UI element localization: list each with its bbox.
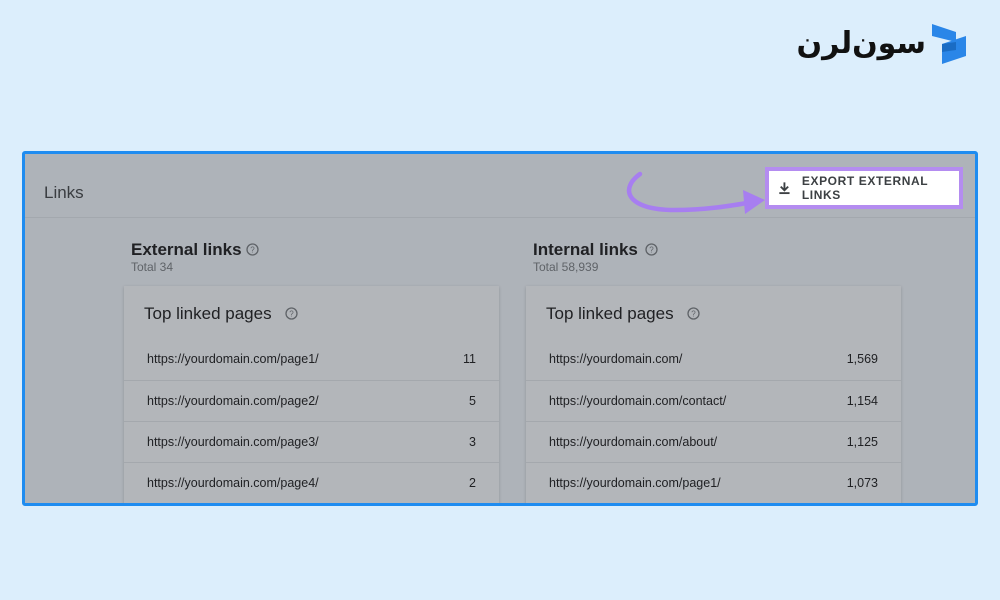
table-row[interactable]: https://yourdomain.com/page1/ 1,073 (526, 462, 901, 503)
internal-links-help-icon[interactable]: ? (645, 243, 658, 256)
table-row[interactable]: https://yourdomain.com/about/ 1,125 (526, 421, 901, 462)
svg-text:?: ? (649, 246, 654, 255)
row-url[interactable]: https://yourdomain.com/page1/ (549, 476, 721, 490)
svg-text:?: ? (250, 246, 255, 255)
external-top-linked-pages-card: Top linked pages ? https://yourdomain.co… (124, 286, 499, 503)
row-count: 1,154 (846, 394, 878, 408)
export-external-links-button[interactable]: EXPORT EXTERNAL LINKS (765, 167, 963, 209)
external-links-help-icon[interactable]: ? (246, 243, 259, 256)
internal-top-linked-pages-card: Top linked pages ? https://yourdomain.co… (526, 286, 901, 503)
export-button-label: EXPORT EXTERNAL LINKS (801, 174, 929, 202)
table-row[interactable]: https://yourdomain.com/page2/ 5 (124, 380, 499, 421)
table-row[interactable]: https://yourdomain.com/ 1,569 (526, 339, 901, 379)
row-url[interactable]: https://yourdomain.com/page1/ (147, 352, 319, 366)
row-count: 11 (463, 352, 476, 366)
card-title: Top linked pages (546, 304, 674, 323)
row-url[interactable]: https://yourdomain.com/page4/ (147, 476, 319, 490)
internal-links-title: Internal links (533, 240, 638, 259)
download-icon (779, 182, 790, 195)
external-links-total: Total 34 (131, 260, 174, 274)
card-help-icon[interactable]: ? (285, 307, 298, 320)
row-url[interactable]: https://yourdomain.com/about/ (549, 435, 717, 449)
row-url[interactable]: https://yourdomain.com/ (549, 352, 682, 366)
row-count: 5 (469, 394, 476, 408)
external-links-title: External links (131, 240, 242, 259)
panel-header: Links EXPORT EXTERNAL LINKS (25, 154, 975, 218)
brand-mark-icon (932, 24, 966, 64)
card-help-icon[interactable]: ? (687, 307, 700, 320)
row-count: 3 (469, 435, 476, 449)
svg-text:?: ? (691, 310, 696, 319)
row-count: 1,073 (846, 476, 878, 490)
card-title: Top linked pages (144, 304, 272, 323)
internal-links-total: Total 58,939 (533, 260, 599, 274)
row-url[interactable]: https://yourdomain.com/page2/ (147, 394, 319, 408)
table-row[interactable]: https://yourdomain.com/page3/ 3 (124, 421, 499, 462)
brand-logo-text: سون‌لرن (796, 26, 926, 61)
row-count: 1,125 (846, 435, 878, 449)
links-report-panel: Links EXPORT EXTERNAL LINKS External lin… (22, 151, 978, 506)
table-row[interactable]: https://yourdomain.com/contact/ 1,154 (526, 380, 901, 421)
row-url[interactable]: https://yourdomain.com/page3/ (147, 435, 319, 449)
table-row[interactable]: https://yourdomain.com/page1/ 11 (124, 339, 499, 379)
pointer-arrow-icon (627, 171, 765, 214)
table-row[interactable]: https://yourdomain.com/page4/ 2 (124, 462, 499, 503)
panel-title: Links (44, 183, 84, 202)
row-url[interactable]: https://yourdomain.com/contact/ (549, 394, 726, 408)
row-count: 2 (469, 476, 476, 490)
row-count: 1,569 (846, 352, 878, 366)
svg-text:?: ? (289, 310, 294, 319)
brand-logo: سون‌لرن (796, 20, 972, 68)
